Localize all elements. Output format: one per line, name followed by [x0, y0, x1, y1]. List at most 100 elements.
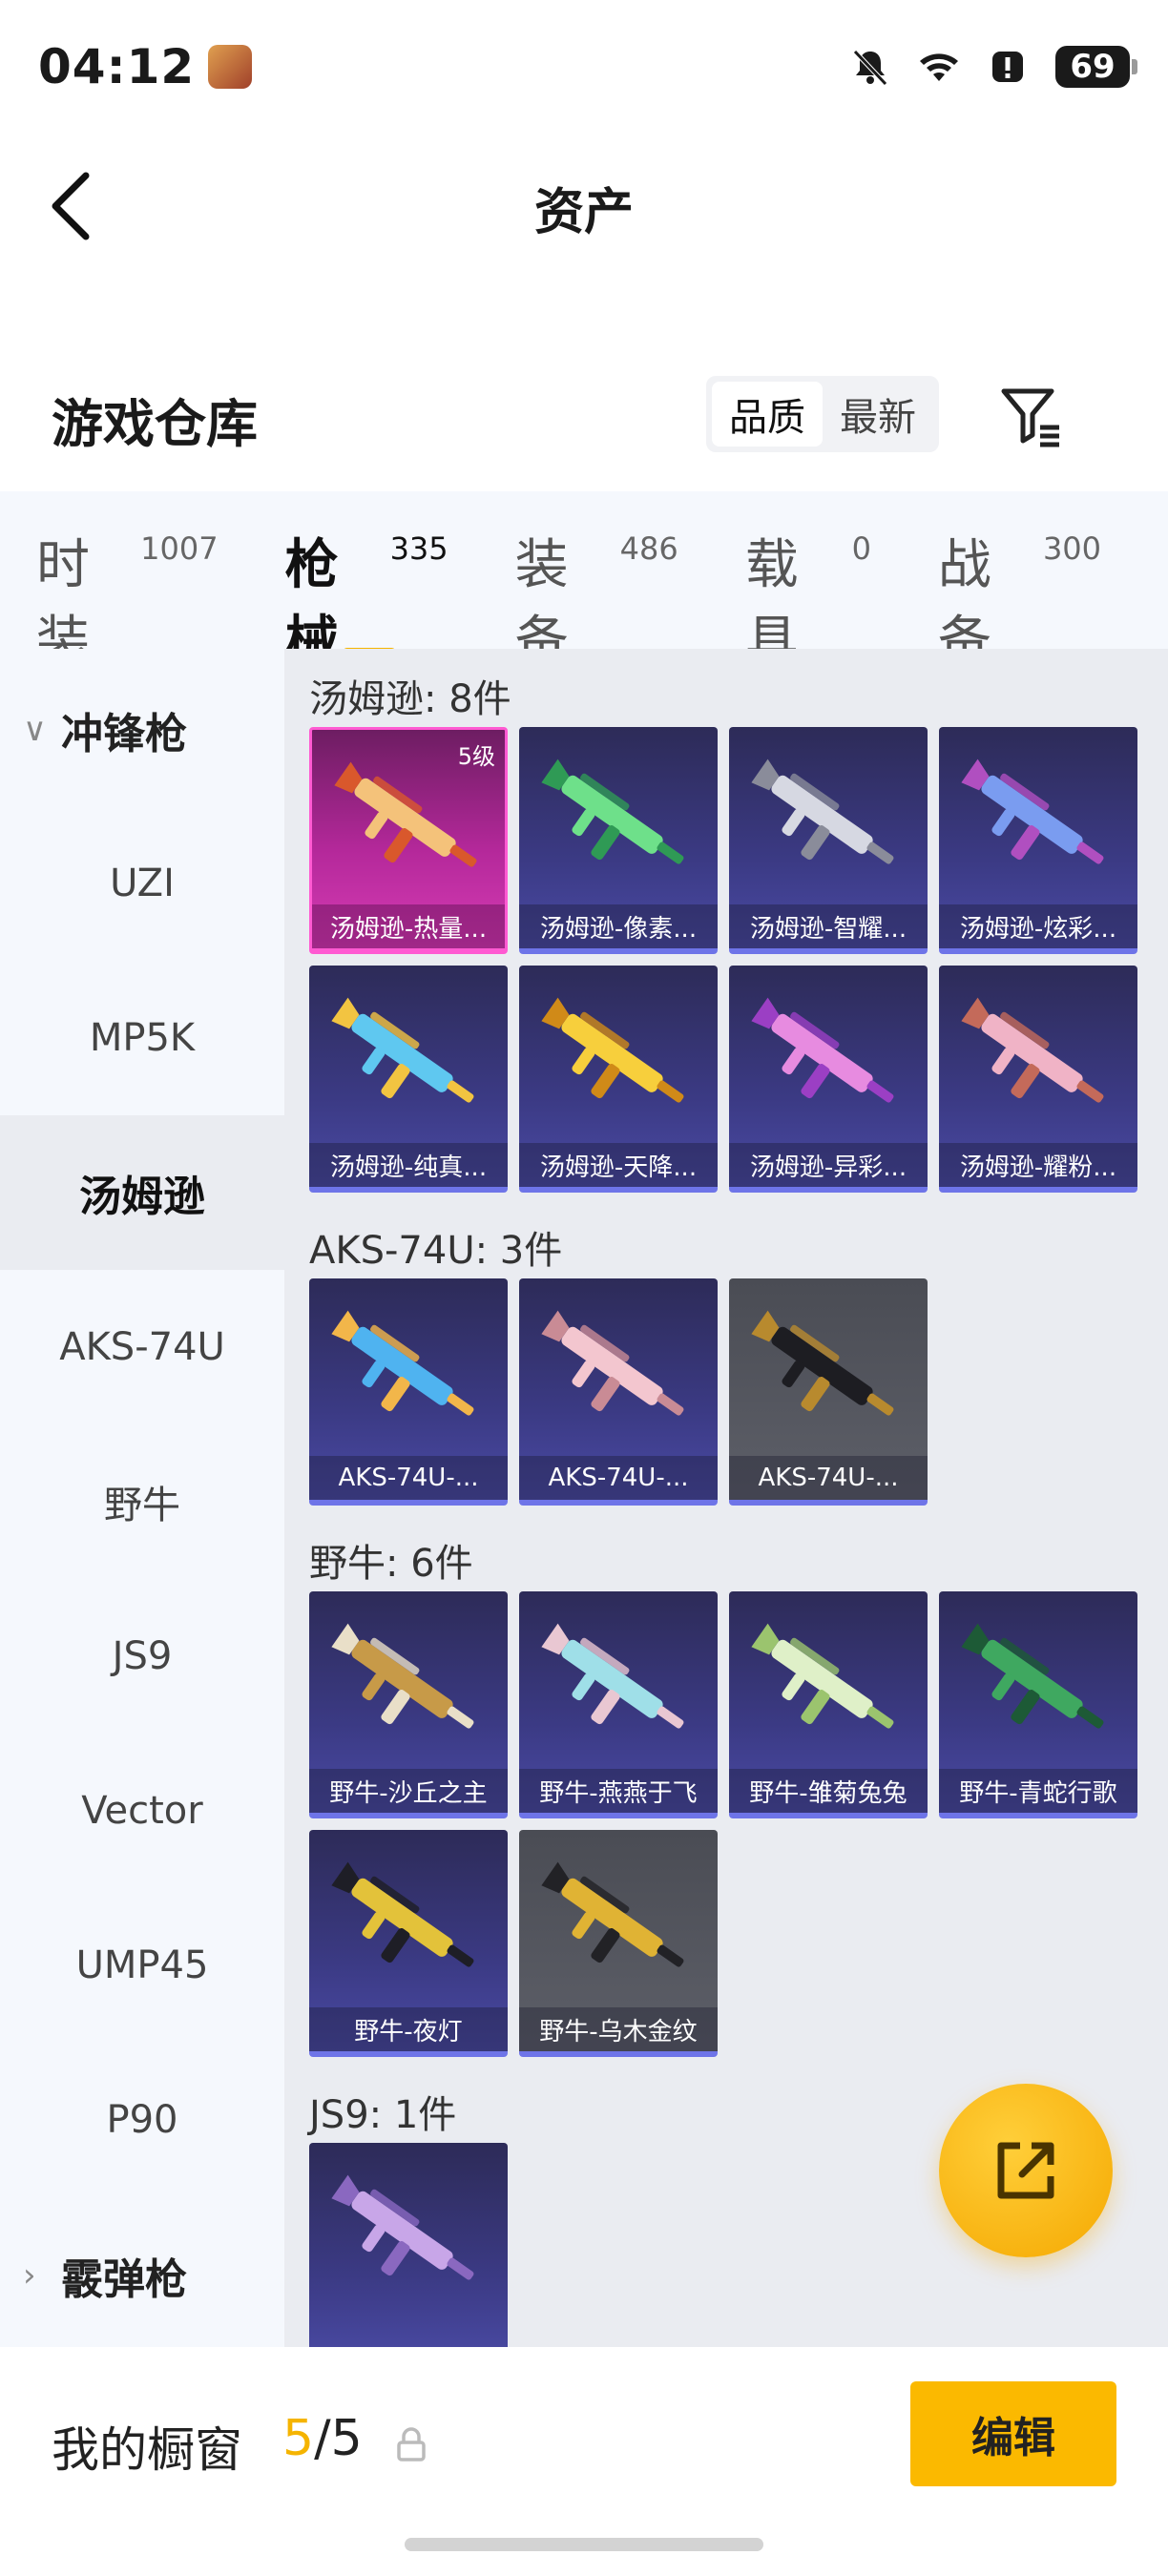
tab-fashion[interactable]: 时装 1007 — [36, 528, 219, 673]
weapon-skin-image — [331, 1310, 474, 1416]
weapon-name: 汤姆逊-天降... — [519, 1143, 718, 1187]
weapon-name: AKS-74U-... — [729, 1456, 928, 1500]
weapon-card[interactable]: 汤姆逊-炫彩... — [939, 727, 1137, 954]
tab-count: 0 — [851, 530, 871, 567]
weapon-name: 汤姆逊-热量... — [312, 904, 505, 948]
weapon-skin-image — [751, 1310, 894, 1416]
weapon-skin-image — [541, 1861, 684, 1967]
sidebar-item-p90[interactable]: P90 — [0, 2043, 284, 2197]
weapon-name: 汤姆逊-异彩... — [729, 1143, 928, 1187]
edit-button[interactable]: 编辑 — [910, 2381, 1116, 2486]
tab-count: 335 — [389, 530, 448, 567]
page-title: 资产 — [533, 184, 634, 241]
filter-icon — [1001, 388, 1059, 447]
weapon-name: 汤姆逊-耀粉... — [939, 1143, 1137, 1187]
game-app-icon — [208, 45, 253, 89]
weapon-skin-image — [541, 758, 684, 864]
weapon-card[interactable]: 野牛-雏菊兔兔 — [729, 1591, 928, 1818]
tab-count: 486 — [619, 530, 678, 567]
weapon-name: 汤姆逊-像素... — [519, 904, 718, 948]
battery-level: 69 — [1070, 48, 1116, 86]
weapon-card[interactable]: 野牛-青蛇行歌 — [939, 1591, 1137, 1818]
group-title: 汤姆逊: 8件 — [309, 677, 511, 721]
weapon-card[interactable]: 汤姆逊-像素... — [519, 727, 718, 954]
sidebar-item-mp5k[interactable]: MP5K — [0, 961, 284, 1115]
weapon-skin-image — [541, 1310, 684, 1416]
weapon-card[interactable]: 汤姆逊-智耀... — [729, 727, 928, 954]
weapon-name: AKS-74U-... — [519, 1456, 718, 1500]
weapon-name: 汤姆逊-炫彩... — [939, 904, 1137, 948]
weapon-card[interactable]: 野牛-夜灯 — [309, 1830, 508, 2057]
battery-indicator: 69 — [1055, 46, 1137, 88]
nav-header: 资产 — [0, 134, 1168, 277]
filter-button[interactable] — [996, 382, 1067, 452]
tab-equipment[interactable]: 装备 486 — [515, 528, 678, 673]
sidebar-group-smg[interactable]: ∨ 冲锋枪 — [0, 668, 284, 792]
section-title: 游戏仓库 — [52, 394, 258, 454]
showcase-bar: 我的橱窗 5/5 编辑 — [0, 2347, 1168, 2576]
sort-latest[interactable]: 最新 — [823, 382, 933, 447]
weapon-skin-image — [751, 758, 894, 864]
sidebar-group-shotgun[interactable]: › 霰弹枪 — [0, 2213, 284, 2337]
tab-firearms[interactable]: 枪械 335 — [285, 528, 448, 673]
weapon-card[interactable]: 野牛-燕燕于飞 — [519, 1591, 718, 1818]
weapon-card[interactable] — [309, 2143, 508, 2347]
weapon-type-sidebar: ∨ 冲锋枪 UZI MP5K 汤姆逊 AKS-74U 野牛 JS9 Vector… — [0, 649, 284, 2347]
sort-toggle: 品质 最新 — [706, 376, 939, 452]
status-right: 69 — [849, 46, 1137, 88]
weapon-skin-image — [961, 1623, 1104, 1729]
weapon-skin-image — [961, 758, 1104, 864]
weapon-name: 野牛-沙丘之主 — [309, 1769, 508, 1813]
showcase-separator: / — [314, 2410, 331, 2467]
weapon-card[interactable]: AKS-74U-... — [309, 1278, 508, 1506]
weapon-skin-image — [331, 1623, 474, 1729]
weapon-skin-image — [751, 997, 894, 1103]
sidebar-item-thompson[interactable]: 汤姆逊 — [0, 1115, 284, 1270]
sidebar-item-ump45[interactable]: UMP45 — [0, 1888, 284, 2043]
weapon-skin-image — [334, 761, 477, 867]
alert-icon — [992, 52, 1023, 82]
sidebar-item-js9[interactable]: JS9 — [0, 1579, 284, 1734]
weapon-skin-image — [751, 1623, 894, 1729]
sidebar-item-aks74u[interactable]: AKS-74U — [0, 1270, 284, 1424]
tab-supplies[interactable]: 战备 300 — [938, 528, 1101, 673]
weapon-name: 野牛-燕燕于飞 — [519, 1769, 718, 1813]
weapon-card[interactable]: AKS-74U-... — [519, 1278, 718, 1506]
tab-vehicles[interactable]: 载具 0 — [745, 528, 871, 673]
group-title: JS9: 1件 — [309, 2093, 457, 2137]
weapon-name: 野牛-夜灯 — [309, 2007, 508, 2051]
weapon-skin-image — [541, 997, 684, 1103]
weapon-skin-image — [331, 1861, 474, 1967]
sidebar-item-vector[interactable]: Vector — [0, 1734, 284, 1888]
clock: 04:12 — [38, 39, 196, 94]
lock-icon — [397, 2427, 426, 2462]
share-button[interactable] — [939, 2084, 1113, 2257]
showcase-current: 5 — [282, 2410, 315, 2467]
category-tabs: 时装 1007 枪械 335 装备 486 载具 0 战备 300 — [0, 491, 1168, 673]
weapon-card[interactable]: 汤姆逊-纯真... — [309, 966, 508, 1193]
weapon-card[interactable]: 汤姆逊-天降... — [519, 966, 718, 1193]
sidebar-item-bizon[interactable]: 野牛 — [0, 1424, 284, 1579]
sidebar-item-uzi[interactable]: UZI — [0, 806, 284, 961]
weapon-card[interactable]: AKS-74U-... — [729, 1278, 928, 1506]
bell-muted-icon — [853, 50, 887, 86]
home-indicator[interactable] — [405, 2538, 763, 2551]
status-bar: 04:12 69 — [0, 0, 1168, 134]
weapon-card[interactable]: 汤姆逊-耀粉... — [939, 966, 1137, 1193]
weapon-name: 野牛-雏菊兔兔 — [729, 1769, 928, 1813]
weapon-card[interactable]: 野牛-乌木金纹 — [519, 1830, 718, 2057]
chevron-down-icon: ∨ — [23, 711, 47, 749]
group-title: AKS-74U: 3件 — [309, 1229, 563, 1273]
weapon-name: 汤姆逊-智耀... — [729, 904, 928, 948]
weapon-card[interactable]: 野牛-沙丘之主 — [309, 1591, 508, 1818]
showcase-total: 5 — [330, 2410, 363, 2467]
weapon-card[interactable]: 汤姆逊-异彩... — [729, 966, 928, 1193]
chevron-right-icon: › — [23, 2256, 36, 2295]
weapon-card[interactable]: 5级 汤姆逊-热量... — [309, 727, 508, 954]
weapon-skin-image — [541, 1623, 684, 1729]
sidebar-group-label: 冲锋枪 — [61, 710, 187, 758]
share-icon — [997, 2142, 1054, 2199]
weapon-skin-image — [331, 2174, 474, 2280]
weapon-skin-image — [961, 997, 1104, 1103]
sort-quality[interactable]: 品质 — [712, 382, 823, 447]
